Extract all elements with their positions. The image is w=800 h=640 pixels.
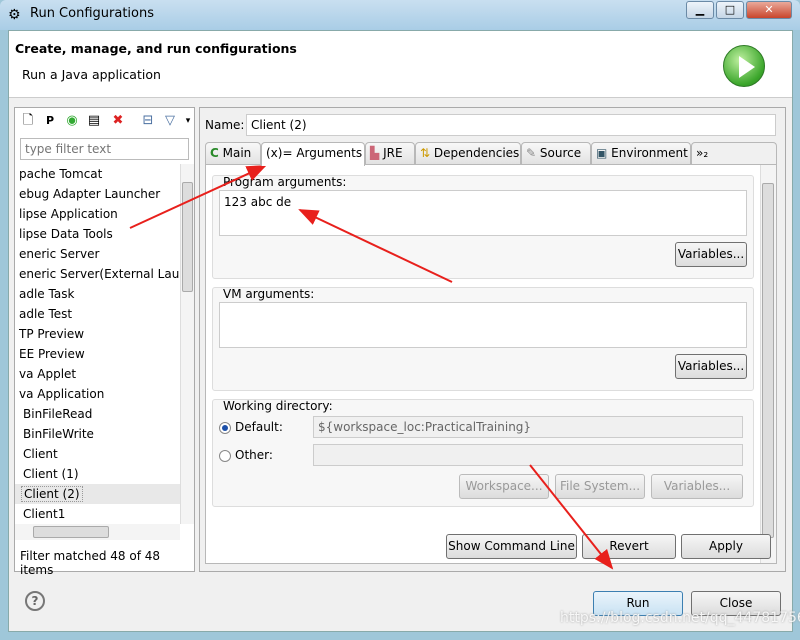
- window-title: Run Configurations: [30, 6, 154, 21]
- view-menu-icon[interactable]: ▾: [179, 112, 197, 130]
- configuration-list: pache Tomcat ebug Adapter Launcher lipse…: [15, 164, 180, 524]
- list-item[interactable]: va Applet: [15, 364, 180, 384]
- title-bar: ⚙ Run Configurations ▁ □ ✕: [0, 0, 800, 30]
- filter-icon[interactable]: ▽: [161, 112, 179, 130]
- main-tab-icon: C: [210, 146, 219, 160]
- vm-arguments-label: VM arguments:: [223, 287, 315, 301]
- other-label: Other:: [235, 448, 273, 462]
- dependencies-icon: ⇅: [420, 146, 431, 160]
- jre-icon: ▙: [370, 146, 380, 160]
- show-command-line-button[interactable]: Show Command Line: [446, 534, 577, 559]
- header-subtitle: Run a Java application: [22, 67, 161, 82]
- source-icon: ✎: [526, 146, 537, 160]
- list-item[interactable]: adle Test: [15, 304, 180, 324]
- list-item[interactable]: ebug Adapter Launcher: [15, 184, 180, 204]
- configuration-editor: Name: C Main (x)= Arguments ▙ JRE ⇅ Depe…: [199, 107, 786, 572]
- vm-arguments-group: VM arguments: Variables...: [212, 287, 754, 391]
- list-item[interactable]: Client (1): [15, 464, 180, 484]
- tab-dependencies[interactable]: ⇅ Dependencies: [415, 142, 521, 164]
- help-icon[interactable]: ?: [25, 591, 45, 611]
- list-horizontal-scrollbar[interactable]: [15, 524, 180, 540]
- configuration-tree-pane: 🗋 P ◉ ▤ ✖ ⊟ ▽ ▾ pache Tomcat ebug Adapte…: [14, 107, 195, 577]
- working-directory-label: Working directory:: [223, 399, 333, 413]
- export-icon[interactable]: ◉: [63, 112, 81, 130]
- other-radio[interactable]: [219, 450, 231, 462]
- name-label: Name:: [205, 118, 245, 132]
- list-item[interactable]: lipse Application: [15, 204, 180, 224]
- list-item[interactable]: Client1: [15, 504, 180, 524]
- duplicate-icon[interactable]: ▤: [85, 112, 103, 130]
- filter-status: Filter matched 48 of 48 items: [20, 549, 161, 577]
- list-item[interactable]: BinFileWrite: [15, 424, 180, 444]
- list-item[interactable]: Client: [15, 444, 180, 464]
- minimize-button[interactable]: ▁: [686, 1, 714, 19]
- list-item[interactable]: eneric Server: [15, 244, 180, 264]
- program-arguments-label: Program arguments:: [223, 175, 347, 189]
- tree-toolbar: 🗋 P ◉ ▤ ✖ ⊟ ▽ ▾: [15, 108, 194, 134]
- filter-input[interactable]: [20, 138, 189, 160]
- list-item-label: Client (2): [21, 486, 83, 502]
- other-directory-field[interactable]: [313, 444, 743, 466]
- tab-label: Environment: [611, 146, 688, 160]
- name-input[interactable]: [246, 114, 776, 136]
- vm-arguments-input[interactable]: [219, 302, 747, 348]
- revert-button[interactable]: Revert: [582, 534, 676, 559]
- new-prototype-icon[interactable]: P: [41, 112, 59, 130]
- arguments-tab-content: Program arguments: 123 abc de Variables.…: [205, 164, 777, 564]
- program-arguments-input[interactable]: 123 abc de: [219, 190, 747, 236]
- new-config-icon[interactable]: 🗋: [19, 112, 37, 130]
- window-close-button[interactable]: ✕: [746, 1, 792, 19]
- eclipse-gear-icon: ⚙: [8, 7, 21, 23]
- list-item-selected[interactable]: Client (2): [15, 484, 180, 504]
- list-item[interactable]: adle Task: [15, 284, 180, 304]
- list-item[interactable]: BinFileRead: [15, 404, 180, 424]
- list-item[interactable]: pache Tomcat: [15, 164, 180, 184]
- tab-label: Dependencies: [433, 146, 520, 160]
- list-item[interactable]: va Application: [15, 384, 180, 404]
- tab-source[interactable]: ✎ Source: [521, 142, 591, 164]
- dialog: Create, manage, and run configurations R…: [8, 30, 793, 632]
- file-system-button[interactable]: File System...: [555, 474, 645, 499]
- list-item[interactable]: lipse Data Tools: [15, 224, 180, 244]
- program-arguments-group: Program arguments: 123 abc de Variables.…: [212, 175, 754, 279]
- list-vertical-scrollbar[interactable]: [180, 164, 194, 524]
- maximize-button[interactable]: □: [716, 1, 744, 19]
- tab-label: Source: [539, 146, 582, 160]
- header-title: Create, manage, and run configurations: [15, 41, 297, 56]
- tab-label: JRE: [383, 146, 403, 160]
- tab-label: Main: [222, 146, 252, 160]
- watermark: https://blog.csdn.net/qq_44781756: [560, 610, 800, 626]
- workspace-button[interactable]: Workspace...: [459, 474, 549, 499]
- run-icon: [723, 45, 765, 87]
- tab-arguments[interactable]: (x)= Arguments: [261, 142, 365, 166]
- tab-vertical-scrollbar[interactable]: [760, 165, 776, 563]
- vm-variables-button[interactable]: Variables...: [675, 354, 747, 379]
- working-variables-button[interactable]: Variables...: [651, 474, 743, 499]
- default-directory-field: ${workspace_loc:PracticalTraining}: [313, 416, 743, 438]
- tab-main[interactable]: C Main: [205, 142, 261, 164]
- environment-icon: ▣: [596, 146, 608, 160]
- tab-bar: C Main (x)= Arguments ▙ JRE ⇅ Dependenci…: [205, 142, 777, 166]
- tab-environment[interactable]: ▣ Environment: [591, 142, 691, 164]
- tab-jre[interactable]: ▙ JRE: [365, 142, 415, 164]
- default-radio[interactable]: [219, 422, 231, 434]
- working-directory-group: Working directory: Default: ${workspace_…: [212, 399, 754, 507]
- list-item[interactable]: EE Preview: [15, 344, 180, 364]
- program-variables-button[interactable]: Variables...: [675, 242, 747, 267]
- collapse-all-icon[interactable]: ⊟: [139, 112, 157, 130]
- default-label: Default:: [235, 420, 283, 434]
- tab-overflow[interactable]: »₂: [691, 142, 777, 164]
- dialog-header: Create, manage, and run configurations R…: [9, 31, 792, 98]
- list-item[interactable]: eneric Server(External Laun: [15, 264, 180, 284]
- delete-icon[interactable]: ✖: [109, 112, 127, 130]
- list-item[interactable]: TP Preview: [15, 324, 180, 344]
- apply-button[interactable]: Apply: [681, 534, 771, 559]
